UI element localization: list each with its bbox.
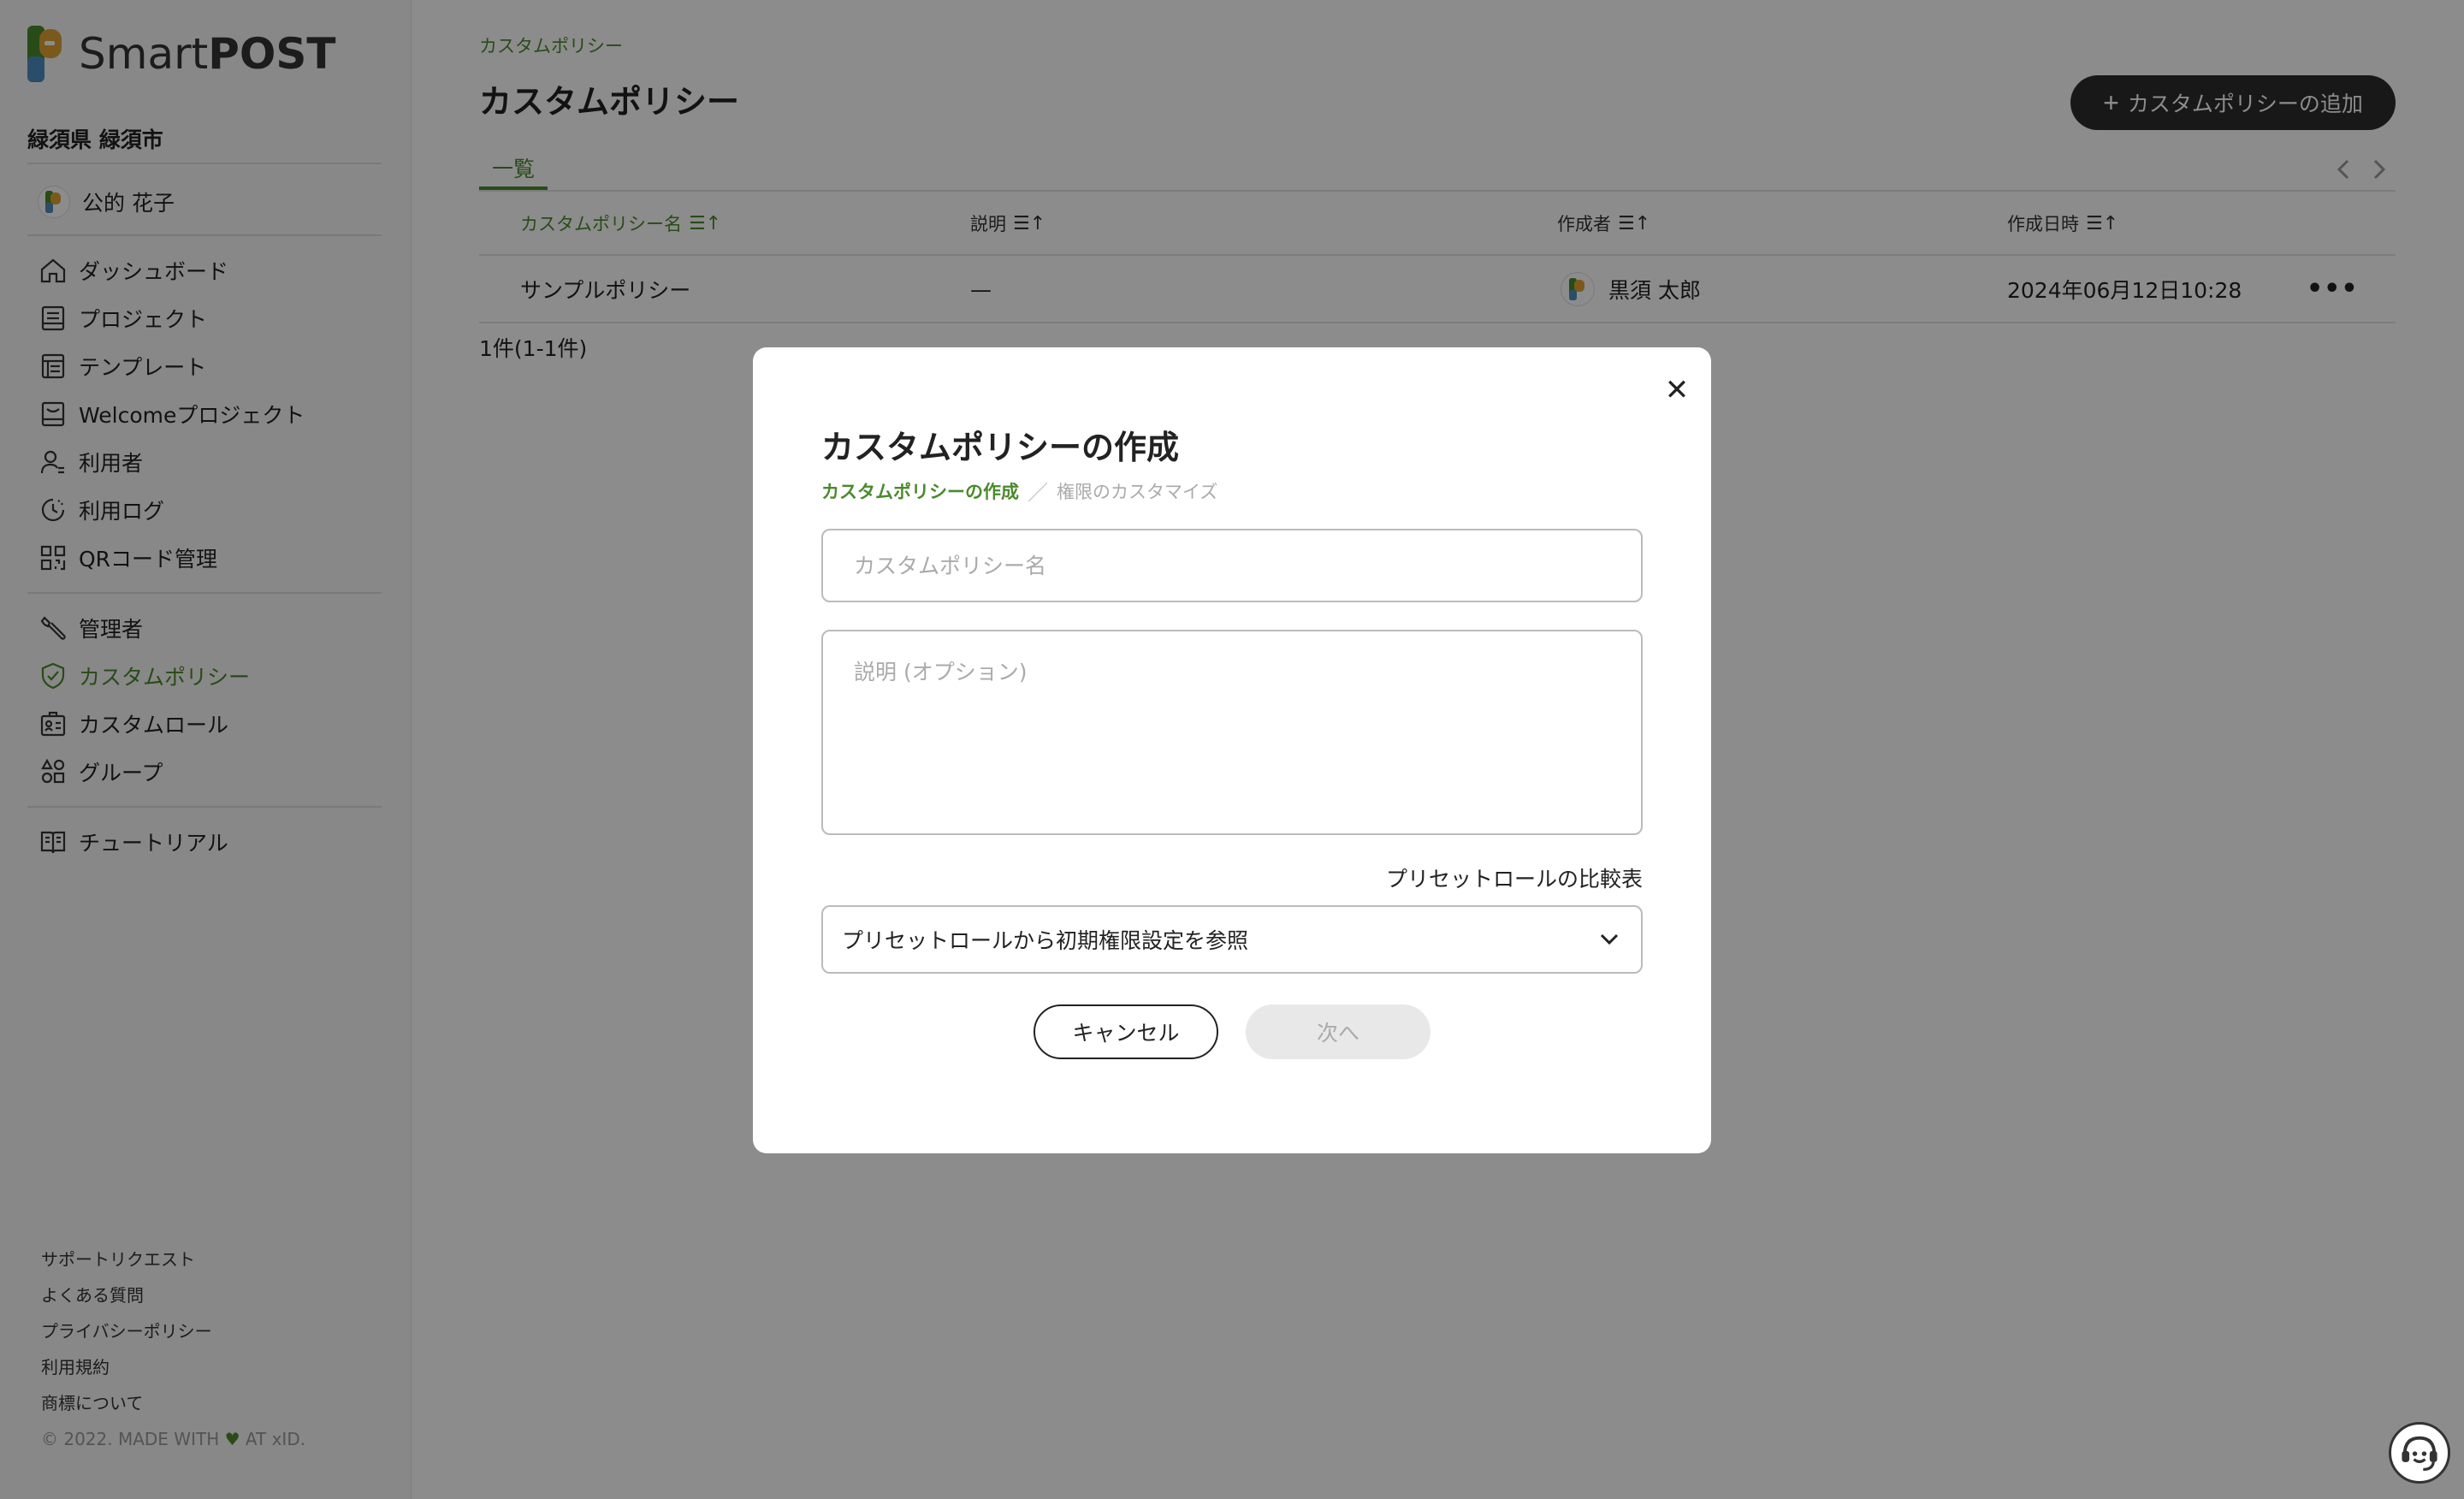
step-current: カスタムポリシーの作成 <box>821 481 1019 502</box>
policy-name-input[interactable] <box>821 529 1643 602</box>
cancel-button[interactable]: キャンセル <box>1034 1004 1218 1059</box>
description-input[interactable] <box>821 630 1643 835</box>
chat-support-icon <box>2402 1436 2437 1472</box>
step-separator: ／ <box>1028 481 1048 505</box>
select-value: プリセットロールから初期権限設定を参照 <box>842 928 1249 953</box>
dialog-title: カスタムポリシーの作成 <box>821 429 1180 466</box>
create-policy-dialog: ✕ カスタムポリシーの作成 カスタムポリシーの作成 ／ 権限のカスタマイズ プリ… <box>753 347 1711 1153</box>
step-indicator: カスタムポリシーの作成 ／ 権限のカスタマイズ <box>821 476 1217 506</box>
step-next: 権限のカスタマイズ <box>1057 481 1218 502</box>
preset-role-compare-link[interactable]: プリセットロールの比較表 <box>1386 862 1643 893</box>
next-button[interactable]: 次へ <box>1246 1004 1430 1059</box>
close-icon[interactable]: ✕ <box>1660 373 1694 407</box>
support-chat-button[interactable] <box>2389 1422 2450 1484</box>
chevron-down-icon <box>1600 933 1619 945</box>
preset-role-select[interactable]: プリセットロールから初期権限設定を参照 <box>821 905 1643 974</box>
